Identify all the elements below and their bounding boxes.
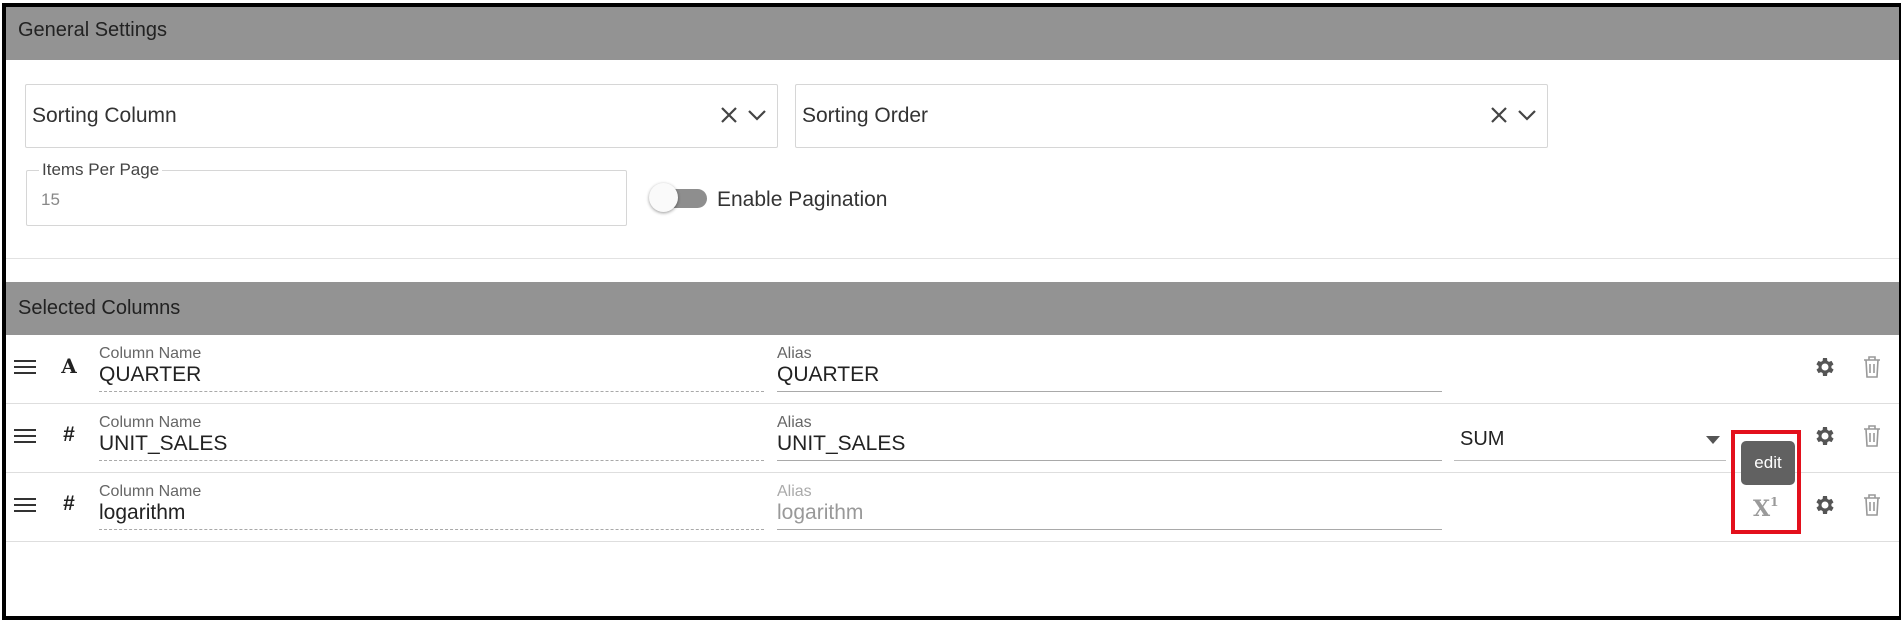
- formula-icon-sup: 1: [1770, 494, 1779, 509]
- items-per-page-input[interactable]: 15: [41, 190, 60, 210]
- column-name-field[interactable]: Column Name QUARTER: [99, 345, 764, 392]
- chevron-down-icon[interactable]: [1515, 103, 1539, 127]
- chevron-down-icon[interactable]: [745, 103, 769, 127]
- sorting-column-select[interactable]: Sorting Column: [25, 84, 778, 148]
- text-type-icon: A: [61, 354, 77, 378]
- drag-handle-icon[interactable]: [14, 428, 36, 444]
- alias-label: Alias: [777, 345, 812, 362]
- alias-label: Alias: [777, 483, 812, 500]
- trash-icon[interactable]: [1861, 355, 1883, 379]
- column-row: A Column Name QUARTER Alias QUARTER: [6, 335, 1899, 404]
- items-per-page-label: Items Per Page: [39, 160, 163, 180]
- numeric-type-icon: #: [63, 492, 75, 515]
- column-name-field[interactable]: Column Name logarithm: [99, 483, 764, 530]
- aggregation-select[interactable]: SUM: [1454, 418, 1726, 461]
- trash-icon[interactable]: [1861, 493, 1883, 517]
- selected-columns-header: Selected Columns: [6, 282, 1899, 335]
- trash-icon[interactable]: [1861, 424, 1883, 448]
- formula-edit-icon[interactable]: X1: [1753, 494, 1779, 522]
- sorting-column-value: Sorting Column: [32, 104, 177, 127]
- alias-input[interactable]: UNIT_SALES: [777, 432, 905, 456]
- general-settings-header: General Settings: [6, 7, 1899, 60]
- items-per-page-field[interactable]: Items Per Page 15: [26, 160, 627, 226]
- pagination-toggle-label: Enable Pagination: [717, 188, 888, 211]
- clear-icon[interactable]: [1487, 103, 1511, 127]
- selected-columns-title: Selected Columns: [18, 297, 181, 319]
- gear-icon[interactable]: [1812, 493, 1836, 517]
- alias-field[interactable]: Alias logarithm: [777, 483, 1442, 530]
- alias-field[interactable]: Alias UNIT_SALES: [777, 414, 1442, 461]
- alias-label: Alias: [777, 414, 812, 431]
- column-name-label: Column Name: [99, 345, 202, 362]
- edit-tooltip: edit: [1741, 441, 1795, 485]
- gear-icon[interactable]: [1812, 424, 1836, 448]
- alias-field[interactable]: Alias QUARTER: [777, 345, 1442, 392]
- column-name-value: logarithm: [99, 501, 186, 524]
- toggle-knob[interactable]: [649, 183, 678, 212]
- aggregation-value: SUM: [1460, 428, 1505, 450]
- general-settings-title: General Settings: [18, 19, 167, 41]
- sorting-order-select[interactable]: Sorting Order: [795, 84, 1548, 148]
- sorting-order-value: Sorting Order: [802, 104, 929, 127]
- gear-icon[interactable]: [1812, 355, 1836, 379]
- alias-input-placeholder[interactable]: logarithm: [777, 501, 863, 525]
- drag-handle-icon[interactable]: [14, 497, 36, 513]
- column-name-label: Column Name: [99, 414, 202, 431]
- alias-input[interactable]: QUARTER: [777, 363, 879, 387]
- clear-icon[interactable]: [717, 103, 741, 127]
- formula-icon-base: X: [1753, 496, 1771, 522]
- column-name-value: QUARTER: [99, 363, 202, 386]
- column-name-label: Column Name: [99, 483, 202, 500]
- pagination-toggle[interactable]: [649, 183, 711, 212]
- column-row: # Column Name logarithm Alias logarithm: [6, 473, 1899, 542]
- column-name-value: UNIT_SALES: [99, 432, 228, 455]
- table-settings-panel: General Settings Sorting Column Sorting …: [2, 3, 1901, 620]
- numeric-type-icon: #: [63, 423, 75, 446]
- section-divider: [6, 258, 1899, 259]
- dropdown-arrow-icon[interactable]: [1706, 436, 1720, 444]
- drag-handle-icon[interactable]: [14, 359, 36, 375]
- column-row: # Column Name UNIT_SALES Alias UNIT_SALE…: [6, 404, 1899, 473]
- column-name-field[interactable]: Column Name UNIT_SALES: [99, 414, 764, 461]
